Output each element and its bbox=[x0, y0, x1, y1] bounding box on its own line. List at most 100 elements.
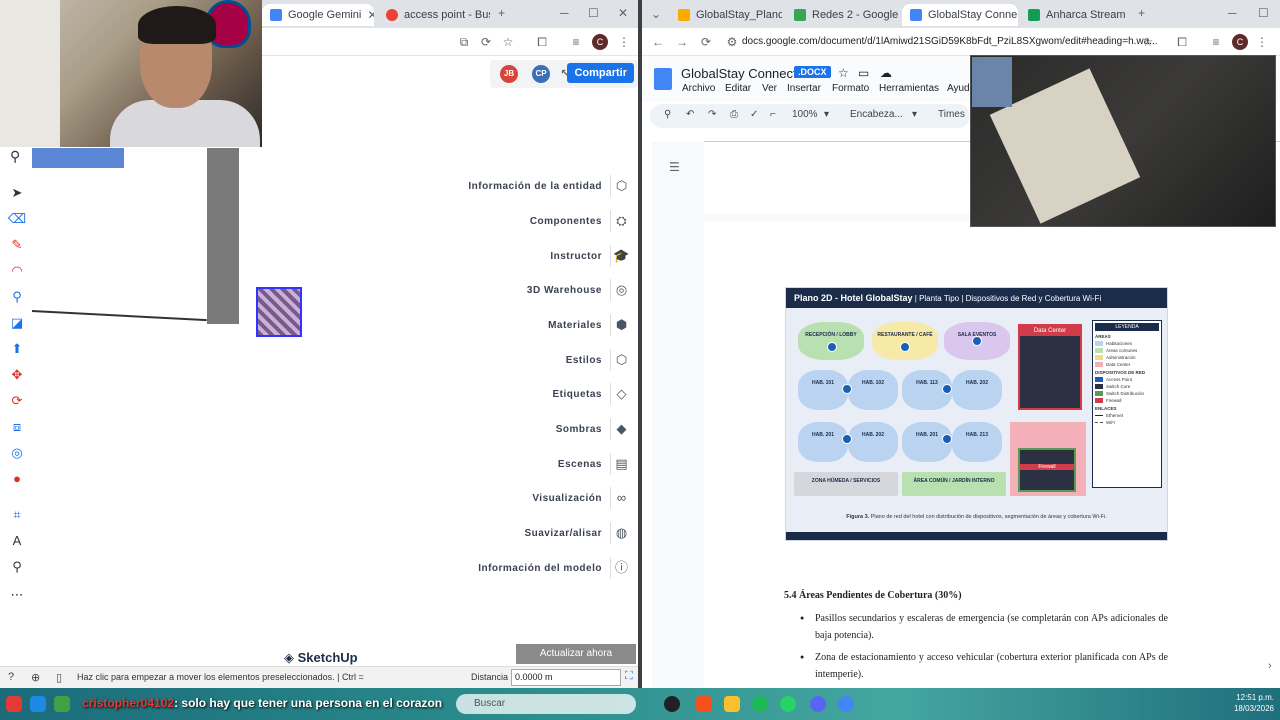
scale-tool-icon[interactable]: ⧈ bbox=[6, 416, 28, 438]
panel-scenes[interactable]: Escenas ▤ bbox=[558, 451, 632, 477]
profile-avatar[interactable]: C bbox=[1232, 34, 1248, 50]
tab-list-icon[interactable]: ⌄ bbox=[648, 6, 664, 22]
zoom-select[interactable]: 100% bbox=[792, 109, 818, 120]
tab-access-point[interactable]: access point - Busc ✕ bbox=[378, 4, 490, 26]
spellcheck-icon[interactable]: ✓ bbox=[750, 109, 758, 120]
tab-globalstay[interactable]: GlobalStay Conne ✕ bbox=[902, 4, 1018, 26]
minimize-button[interactable]: ─ bbox=[1228, 6, 1237, 20]
scroll-arrow-icon[interactable]: › bbox=[1268, 660, 1272, 672]
media-icon[interactable]: ≡ bbox=[568, 34, 584, 50]
help-icon[interactable]: ? bbox=[8, 671, 14, 683]
menu-insertar[interactable]: Insertar bbox=[787, 83, 821, 94]
eraser-tool-icon[interactable]: ⌫ bbox=[6, 208, 28, 230]
menu-ver[interactable]: Ver bbox=[762, 83, 777, 94]
translate-icon[interactable]: ⧉ bbox=[456, 34, 472, 50]
tape-tool-icon[interactable]: ⚲ bbox=[6, 286, 28, 308]
style-select[interactable]: Encabeza... bbox=[850, 109, 903, 120]
avatar[interactable]: CP bbox=[532, 65, 550, 83]
panel-components[interactable]: Componentes ⛭ bbox=[530, 208, 632, 234]
print-icon[interactable]: ⎙ bbox=[730, 109, 738, 120]
site-info-icon[interactable]: ⚙ bbox=[724, 34, 740, 50]
forward-icon[interactable]: → bbox=[674, 34, 690, 50]
new-tab-button[interactable]: + bbox=[1138, 6, 1145, 20]
font-select[interactable]: Times bbox=[938, 109, 965, 120]
undo-icon[interactable]: ↶ bbox=[686, 109, 694, 120]
menu-archivo[interactable]: Archivo bbox=[682, 83, 715, 94]
spotify-icon[interactable] bbox=[752, 696, 768, 712]
text-tool-icon[interactable]: A bbox=[6, 530, 28, 552]
rotate-tool-icon[interactable]: ⟳ bbox=[6, 390, 28, 412]
share-button[interactable]: Compartir bbox=[567, 63, 634, 83]
close-icon[interactable]: ✕ bbox=[367, 8, 374, 22]
screenshot-icon[interactable]: ⟳ bbox=[478, 34, 494, 50]
document-title[interactable]: GlobalStay Connect bbox=[681, 66, 797, 81]
outline-icon[interactable]: ☰ bbox=[669, 160, 680, 174]
panel-smooth[interactable]: Suavizar/alisar ◍ bbox=[524, 520, 632, 546]
redo-icon[interactable]: ↷ bbox=[708, 109, 716, 120]
orbit-tool-icon[interactable]: ◎ bbox=[6, 442, 28, 464]
discord-icon[interactable] bbox=[810, 696, 826, 712]
close-icon[interactable]: ✕ bbox=[1131, 8, 1132, 22]
docs-logo-icon[interactable] bbox=[654, 68, 672, 90]
paint-tool-icon[interactable]: ● bbox=[6, 468, 28, 490]
menu-editar[interactable]: Editar bbox=[725, 83, 751, 94]
star-icon[interactable]: ☆ bbox=[838, 66, 849, 80]
panel-instructor[interactable]: Instructor 🎓 bbox=[550, 243, 632, 269]
menu-herramientas[interactable]: Herramientas bbox=[879, 83, 939, 94]
menu-ayuda[interactable]: Ayud bbox=[947, 83, 970, 94]
app-icon[interactable] bbox=[54, 696, 70, 712]
tab-plano2d[interactable]: GlobalStay_Plano2D ✕ bbox=[670, 4, 782, 26]
app-icon[interactable] bbox=[664, 696, 680, 712]
paint-format-icon[interactable]: ⌐ bbox=[770, 109, 776, 120]
tab-redes2[interactable]: Redes 2 - Google D ✕ bbox=[786, 4, 898, 26]
panel-styles[interactable]: Estilos ⬡ bbox=[566, 347, 632, 373]
panel-entity-info[interactable]: Información de la entidad ⬡ bbox=[468, 173, 632, 199]
panel-tags[interactable]: Etiquetas ◇ bbox=[552, 381, 632, 407]
select-tool-icon[interactable]: ➤ bbox=[6, 182, 28, 204]
bookmark-star-icon[interactable]: ☆ bbox=[1140, 34, 1156, 50]
chrome-icon[interactable] bbox=[838, 696, 854, 712]
extensions-icon[interactable]: ⧠ bbox=[534, 34, 550, 50]
maximize-button[interactable]: ☐ bbox=[1258, 6, 1269, 20]
app-icon[interactable] bbox=[6, 696, 22, 712]
whatsapp-icon[interactable] bbox=[780, 696, 796, 712]
measurements-icon[interactable]: ⛶ bbox=[625, 670, 633, 683]
move-tool-icon[interactable]: ✥ bbox=[6, 364, 28, 386]
push-pull-tool-icon[interactable]: ⬆ bbox=[6, 338, 28, 360]
panel-shadows[interactable]: Sombras ◆ bbox=[556, 416, 632, 442]
new-tab-button[interactable]: + bbox=[498, 6, 505, 20]
panel-model-info[interactable]: Información del modelo ⓘ bbox=[478, 555, 632, 581]
menu-formato[interactable]: Formato bbox=[832, 83, 869, 94]
profile-avatar[interactable]: C bbox=[592, 34, 608, 50]
globe-icon[interactable]: ⊕ bbox=[31, 671, 40, 684]
app-icon[interactable] bbox=[30, 696, 46, 712]
tab-gemini[interactable]: Google Gemini ✕ bbox=[262, 4, 374, 26]
media-icon[interactable]: ≡ bbox=[1208, 34, 1224, 50]
instructor-status-icon[interactable]: ▯ bbox=[56, 671, 62, 684]
panel-3d-warehouse[interactable]: 3D Warehouse ◎ bbox=[527, 277, 632, 303]
rectangle-tool-icon[interactable]: ◪ bbox=[6, 312, 28, 334]
more-tools-icon[interactable]: ⋯ bbox=[6, 584, 28, 606]
search-menus-icon[interactable]: ⚲ bbox=[664, 109, 671, 120]
pencil-tool-icon[interactable]: ✎ bbox=[6, 234, 28, 256]
taskbar-search[interactable]: Buscar bbox=[456, 694, 636, 714]
selected-component[interactable] bbox=[256, 287, 302, 337]
address-bar[interactable]: docs.google.com/document/d/1lAmiwd21SGiD… bbox=[742, 36, 1158, 47]
close-window-button[interactable]: ✕ bbox=[618, 6, 628, 20]
app-icon[interactable] bbox=[696, 696, 712, 712]
panel-display[interactable]: Visualización ∞ bbox=[532, 485, 632, 511]
minimize-button[interactable]: ─ bbox=[560, 6, 569, 20]
dimension-tool-icon[interactable]: ⌗ bbox=[6, 504, 28, 526]
avatar[interactable]: JB bbox=[500, 65, 518, 83]
system-clock[interactable]: 12:51 p.m. 18/03/2026 bbox=[1234, 692, 1274, 714]
model-blue-face[interactable] bbox=[32, 148, 124, 168]
search-icon[interactable]: ⚲ bbox=[10, 148, 20, 165]
arc-tool-icon[interactable]: ◠ bbox=[6, 260, 28, 282]
folder-icon[interactable] bbox=[724, 696, 740, 712]
move-folder-icon[interactable]: ▭ bbox=[858, 66, 869, 80]
zoom-tool-icon[interactable]: ⚲ bbox=[6, 556, 28, 578]
extensions-icon[interactable]: ⧠ bbox=[1174, 34, 1190, 50]
reload-icon[interactable]: ⟳ bbox=[698, 34, 714, 50]
maximize-button[interactable]: ☐ bbox=[588, 6, 599, 20]
menu-dots-icon[interactable]: ⋮ bbox=[1254, 34, 1270, 50]
